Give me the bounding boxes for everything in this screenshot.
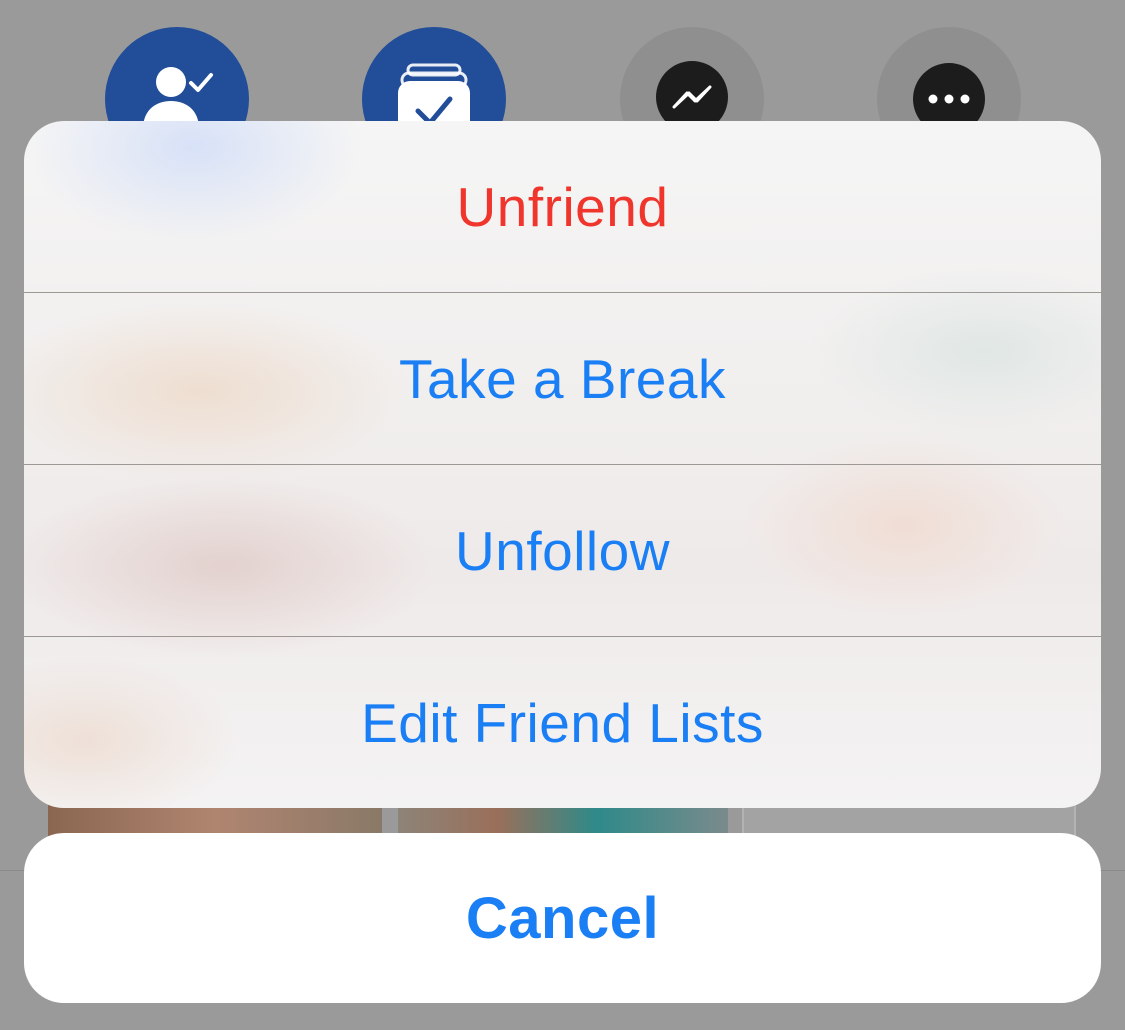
action-sheet: Unfriend Take a Break Unfollow Edit Frie… (24, 121, 1101, 808)
edit-friend-lists-button[interactable]: Edit Friend Lists (24, 637, 1101, 808)
unfollow-button[interactable]: Unfollow (24, 465, 1101, 636)
take-a-break-button[interactable]: Take a Break (24, 293, 1101, 464)
cancel-button[interactable]: Cancel (24, 833, 1101, 1003)
unfriend-button[interactable]: Unfriend (24, 121, 1101, 292)
